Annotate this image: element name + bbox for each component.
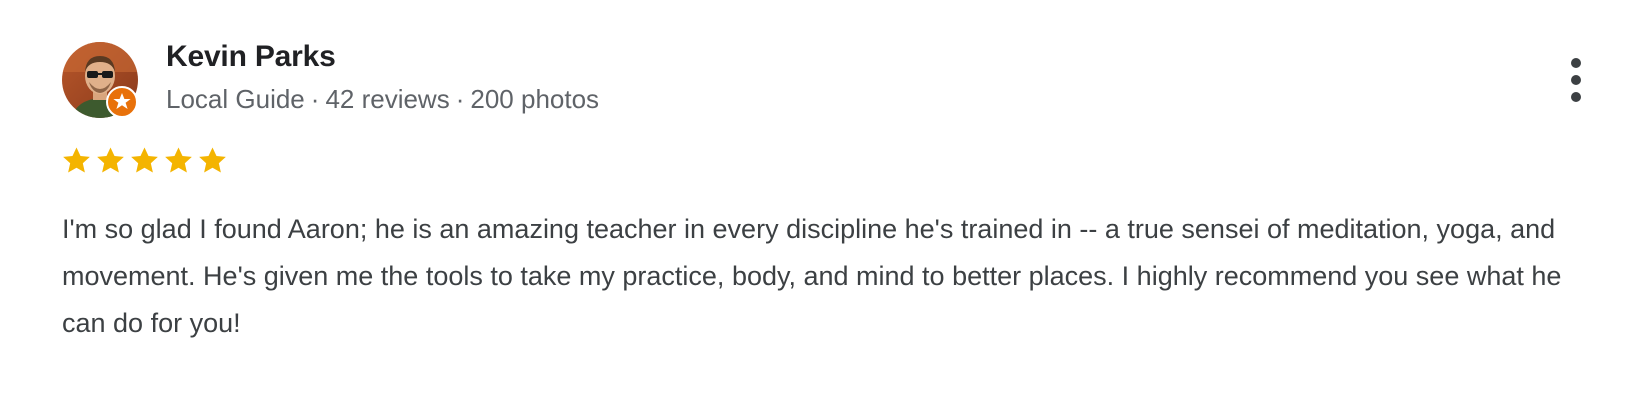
meta-separator: ·: [455, 84, 465, 114]
more-vert-icon: [1571, 58, 1581, 68]
star-icon: [162, 144, 195, 177]
more-vert-icon: [1571, 92, 1581, 102]
star-icon: [60, 144, 93, 177]
review-text: I'm so glad I found Aaron; he is an amaz…: [62, 214, 1562, 338]
more-options-button[interactable]: [1556, 56, 1596, 106]
review-card: Kevin Parks Local Guide · 42 reviews · 200 p…: [0, 0, 1642, 406]
reviews-count: 42 reviews: [325, 84, 450, 114]
more-vert-icon: [1571, 75, 1581, 85]
local-guide-label: Local Guide: [166, 84, 305, 114]
star-rating: [60, 144, 229, 180]
author-meta: Local Guide · 42 reviews · 200 photos: [166, 84, 599, 115]
photos-count: 200 photos: [470, 84, 600, 114]
star-icon: [128, 144, 161, 177]
author-avatar[interactable]: [62, 42, 138, 118]
star-icon: [94, 144, 127, 177]
meta-separator: ·: [310, 84, 320, 114]
star-icon: [196, 144, 229, 177]
local-guide-badge-icon: [106, 86, 138, 118]
author-name[interactable]: Kevin Parks: [166, 40, 336, 74]
